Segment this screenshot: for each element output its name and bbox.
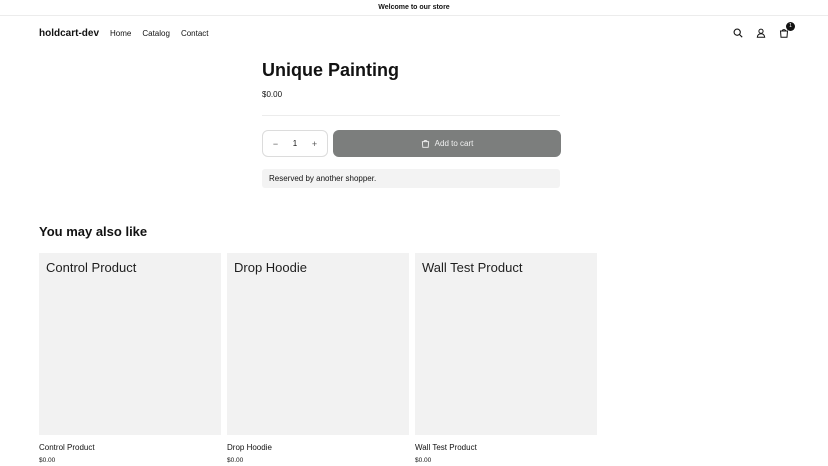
add-to-cart-button[interactable]: Add to cart: [333, 130, 561, 157]
reserved-notice: Reserved by another shopper.: [262, 169, 560, 188]
minus-icon[interactable]: −: [271, 139, 280, 149]
cart-count-badge: 1: [786, 21, 795, 31]
cart-icon[interactable]: 1: [778, 21, 795, 39]
product-card-price: $0.00: [227, 457, 244, 464]
quantity-value[interactable]: 1: [293, 139, 297, 148]
announcement-bar: Welcome to our store: [0, 0, 828, 16]
product-title: Unique Painting: [262, 60, 399, 80]
product-card-title[interactable]: Wall Test Product: [415, 443, 597, 452]
product-card-price: $0.00: [39, 457, 56, 464]
product-card-image[interactable]: Control Product: [39, 253, 221, 435]
account-icon[interactable]: [755, 28, 766, 39]
announcement-text: Welcome to our store: [378, 4, 450, 11]
product-card-image-label: Wall Test Product: [422, 260, 523, 275]
related-heading: You may also like: [39, 224, 148, 239]
search-icon[interactable]: [732, 28, 743, 39]
add-to-cart-label: Add to cart: [434, 139, 474, 148]
main-nav: Home Catalog Contact: [110, 29, 209, 38]
divider: [262, 115, 560, 116]
product-card-price: $0.00: [415, 457, 432, 464]
quantity-stepper: − 1 +: [262, 130, 328, 157]
reserved-text: Reserved by another shopper.: [269, 174, 377, 183]
site-header: holdcart-dev Home Catalog Contact 1: [39, 21, 795, 42]
product-card-title[interactable]: Drop Hoodie: [227, 443, 409, 452]
bag-icon: [421, 140, 429, 148]
store-logo[interactable]: holdcart-dev: [39, 28, 99, 39]
header-icons: 1: [732, 21, 795, 39]
product-card[interactable]: Drop Hoodie Drop Hoodie $0.00: [227, 253, 409, 464]
nav-home[interactable]: Home: [110, 29, 131, 38]
product-card-image[interactable]: Wall Test Product: [415, 253, 597, 435]
plus-icon[interactable]: +: [310, 139, 319, 149]
product-card[interactable]: Control Product Control Product $0.00: [39, 253, 221, 464]
product-card-title[interactable]: Control Product: [39, 443, 221, 452]
nav-contact[interactable]: Contact: [181, 29, 209, 38]
product-price: $0.00: [262, 90, 283, 99]
product-card-image[interactable]: Drop Hoodie: [227, 253, 409, 435]
product-card-image-label: Drop Hoodie: [234, 260, 307, 275]
product-card-image-label: Control Product: [46, 260, 137, 275]
nav-catalog[interactable]: Catalog: [142, 29, 170, 38]
product-card[interactable]: Wall Test Product Wall Test Product $0.0…: [415, 253, 597, 464]
